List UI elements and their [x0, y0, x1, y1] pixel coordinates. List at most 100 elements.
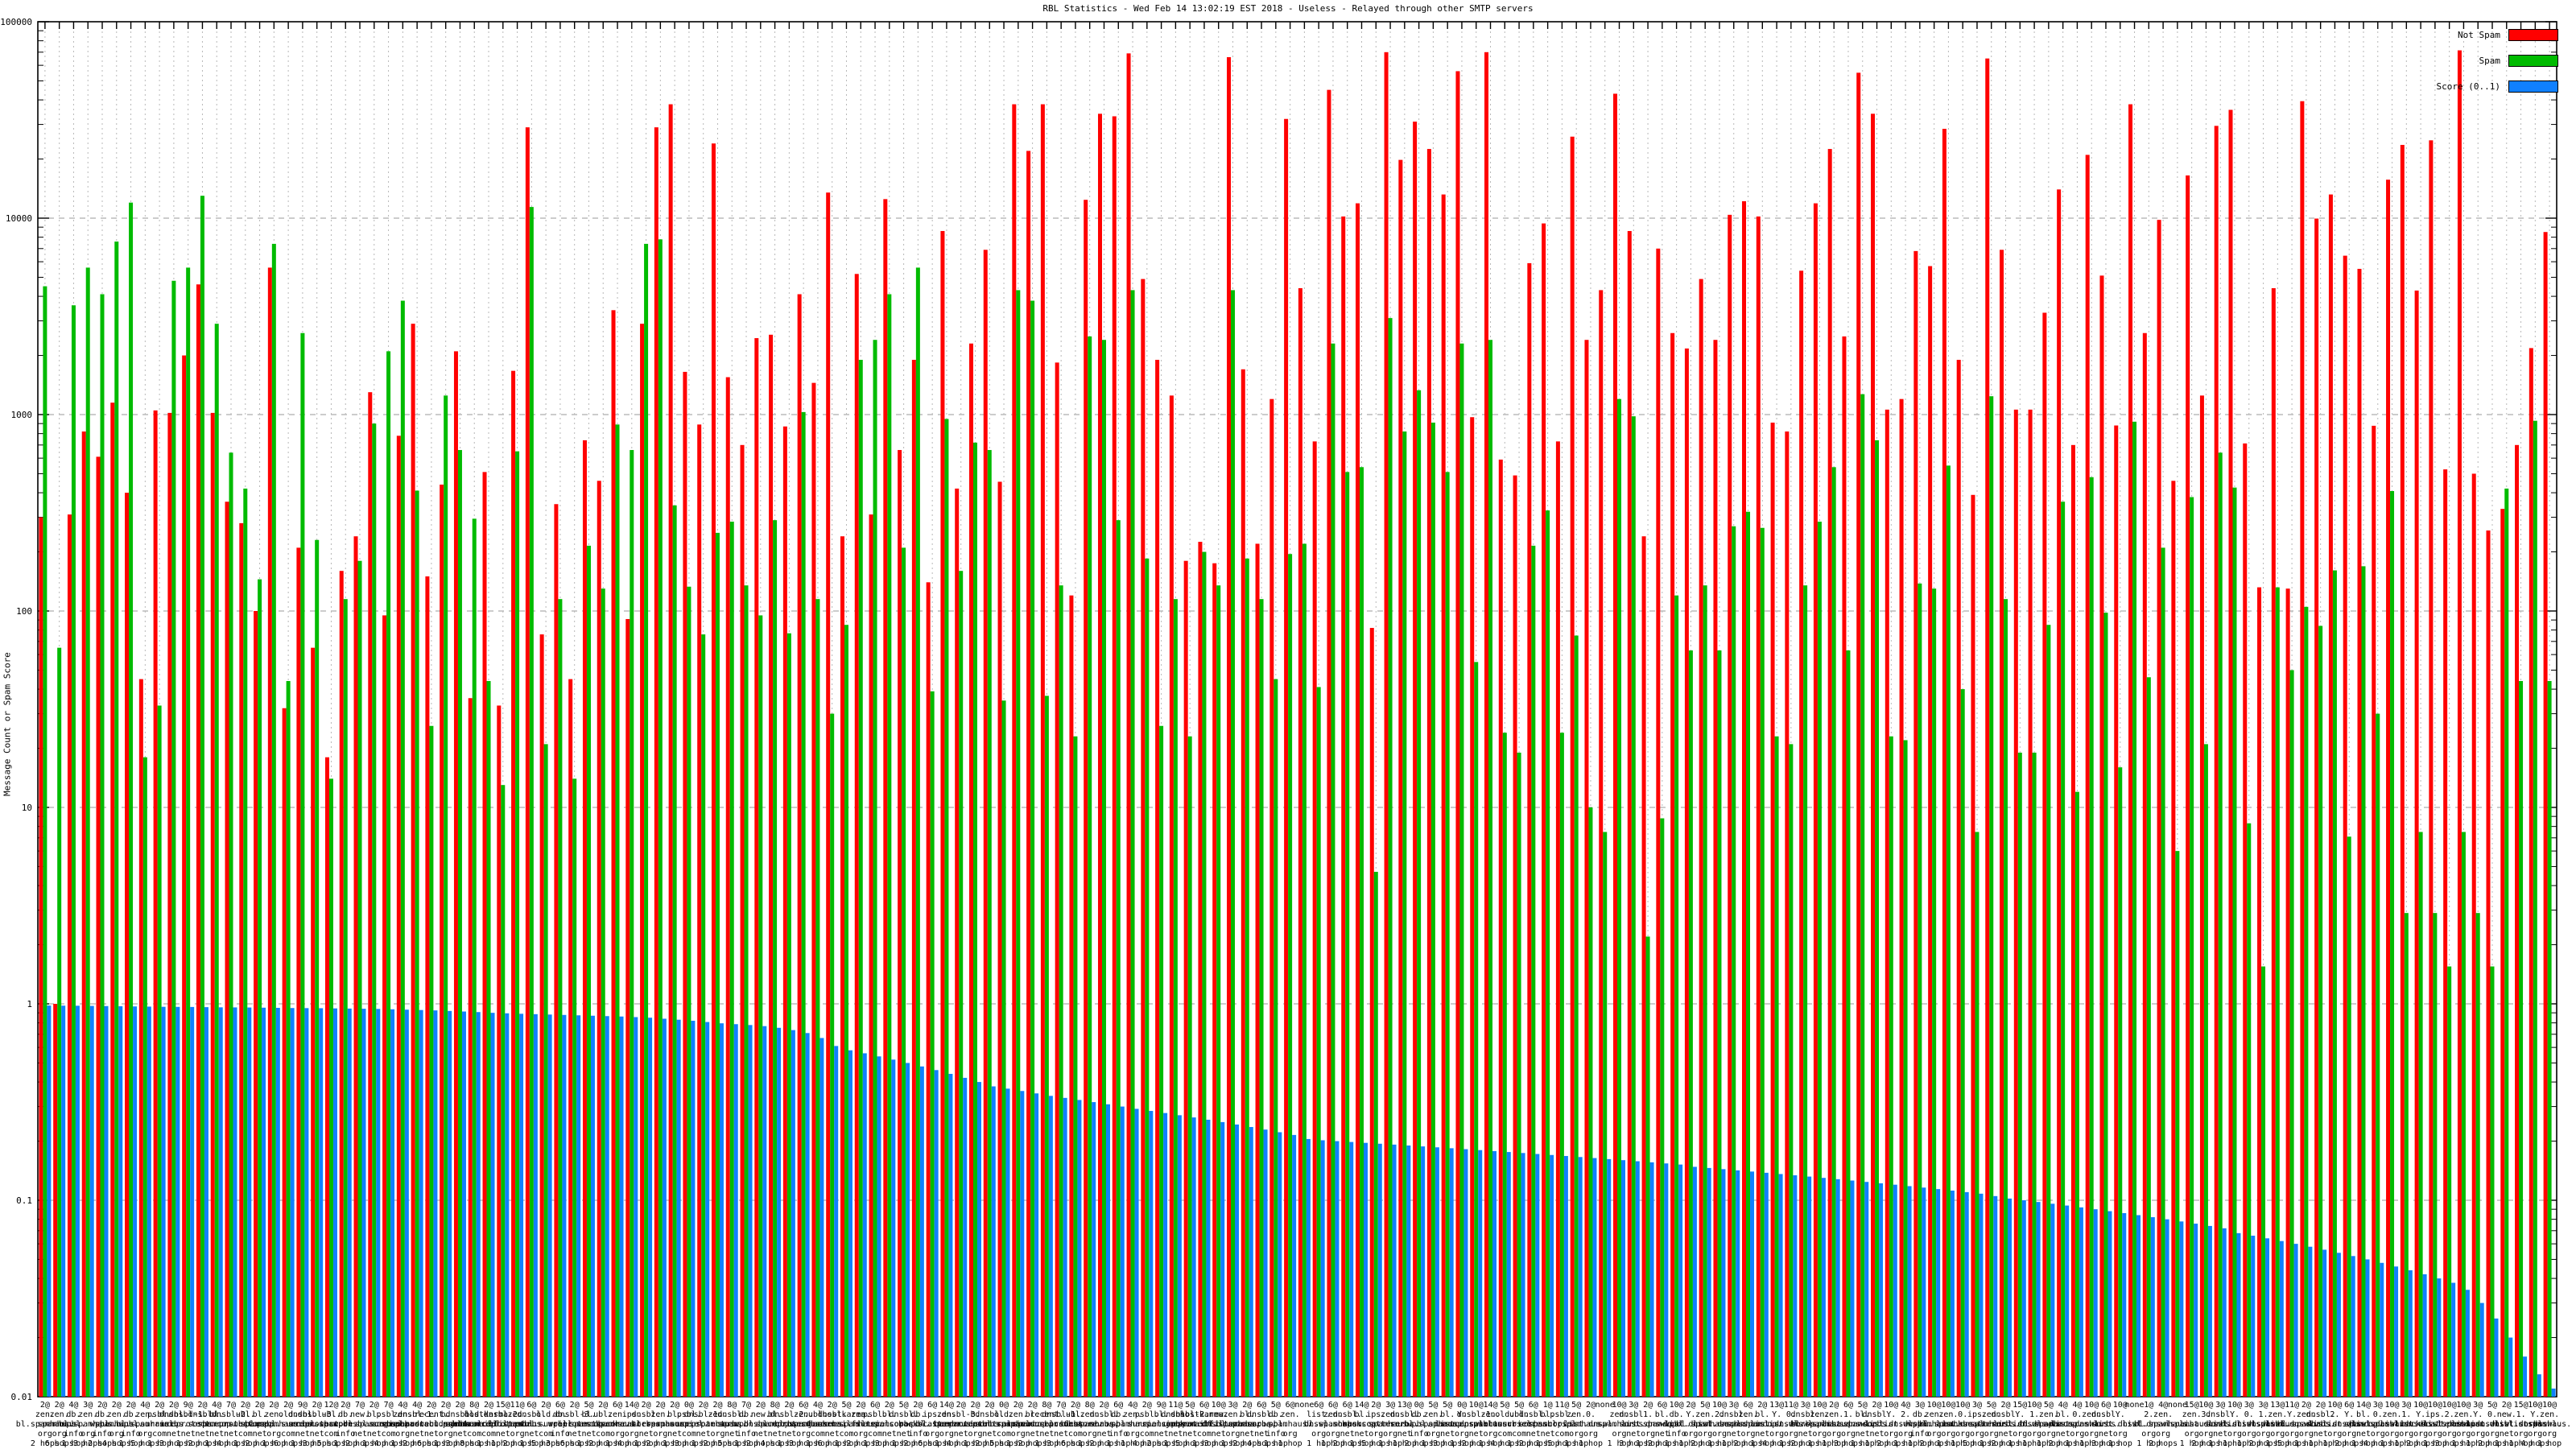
x-tick-label: org: [1827, 1430, 1841, 1439]
x-tick-label: 1.: [1643, 1410, 1653, 1419]
bar-not-spam: [2028, 409, 2033, 1397]
x-tick-label: 2@: [712, 1401, 722, 1410]
x-tick-label: 4@: [2058, 1401, 2068, 1410]
bar-group: [396, 300, 409, 1397]
bar-group: [167, 280, 180, 1397]
x-tick-label: net: [667, 1430, 682, 1439]
x-tick-label: 9@: [298, 1401, 308, 1410]
bar-spam: [57, 647, 62, 1397]
x-tick-label: org: [1225, 1430, 1240, 1439]
bar-group: [1241, 369, 1253, 1397]
x-tick-label: 11@: [1554, 1401, 1569, 1410]
bar-spam: [2361, 566, 2366, 1397]
bar-not-spam: [254, 611, 258, 1397]
x-tick-label: 14@: [2356, 1401, 2371, 1410]
bar-not-spam: [940, 230, 945, 1397]
bar-score: [1736, 1170, 1740, 1397]
x-tick-label: 6@: [613, 1401, 622, 1410]
x-tick-label: net: [524, 1430, 539, 1439]
x-tick-label: 3@: [1629, 1401, 1638, 1410]
bar-not-spam: [2070, 444, 2075, 1397]
bar-not-spam: [2271, 288, 2276, 1397]
bar-score: [505, 1013, 510, 1397]
bar-not-spam: [926, 582, 931, 1397]
bar-not-spam: [1728, 214, 1732, 1397]
x-tick-label: org: [653, 1430, 667, 1439]
bar-score: [2036, 1202, 2041, 1397]
x-tick-label: 5@: [1443, 1401, 1452, 1410]
bar-not-spam: [81, 431, 86, 1397]
x-tick-label: 2@: [1643, 1401, 1653, 1410]
x-tick-label: org: [2327, 1430, 2342, 1439]
x-tick-label: Y.: [2473, 1410, 2483, 1419]
x-tick-label: 15@: [2514, 1401, 2529, 1410]
x-tick-label: 10@: [2456, 1401, 2471, 1410]
x-tick-label: bl.: [1755, 1410, 1769, 1419]
bar-not-spam: [167, 412, 172, 1397]
bar-score: [1364, 1142, 1368, 1397]
bar-not-spam: [39, 517, 43, 1397]
x-tick-label: 10@: [1812, 1401, 1827, 1410]
bar-not-spam: [2257, 587, 2262, 1397]
bar-group: [525, 127, 538, 1397]
y-tick-label: 0.1: [16, 1195, 32, 1206]
bar-score: [819, 1038, 824, 1397]
bar-not-spam: [1212, 563, 1217, 1397]
bar-score: [2322, 1249, 2327, 1397]
x-tick-label: 2@: [784, 1401, 794, 1410]
x-tick-label: 10@: [1927, 1401, 1942, 1410]
bar-spam: [773, 520, 778, 1397]
bar-score: [1320, 1140, 1325, 1397]
bar-not-spam: [2114, 425, 2119, 1397]
x-tick-label: 10@: [2227, 1401, 2242, 1410]
bar-group: [568, 679, 581, 1397]
bar-score: [2165, 1219, 2169, 1397]
x-tick-label: net: [2099, 1430, 2113, 1439]
legend-item-spam: Spam: [2437, 55, 2558, 67]
bar-not-spam: [2186, 175, 2190, 1397]
x-tick-label: 8@: [770, 1401, 780, 1410]
bar-score: [976, 1082, 981, 1397]
bar-spam: [2004, 599, 2008, 1397]
bar-not-spam: [1269, 398, 1274, 1397]
score-swatch: [2508, 80, 2558, 93]
bar-not-spam: [282, 708, 287, 1397]
x-tick-label: 0@: [999, 1401, 1009, 1410]
bar-score: [2122, 1212, 2127, 1397]
bar-not-spam: [539, 634, 544, 1397]
bar-not-spam: [1169, 395, 1174, 1397]
bar-group: [2157, 220, 2169, 1397]
bar-spam: [71, 305, 76, 1397]
bar-spam: [444, 395, 448, 1397]
bar-score: [676, 1019, 681, 1397]
x-tick-label: org: [2084, 1430, 2099, 1439]
x-tick-label: 2@: [312, 1401, 322, 1410]
bar-not-spam: [1498, 459, 1503, 1397]
bar-spam: [157, 705, 162, 1397]
x-tick-label: none: [1294, 1401, 1314, 1410]
bar-spam: [873, 340, 877, 1397]
legend-label-not-spam: Not Spam: [2458, 30, 2500, 40]
bar-not-spam: [1613, 93, 1618, 1397]
x-tick-label: 4@: [412, 1401, 422, 1410]
x-tick-label: org: [510, 1430, 525, 1439]
x-tick-label: org: [2113, 1430, 2128, 1439]
bar-score: [2508, 1337, 2513, 1397]
bar-spam: [2318, 625, 2323, 1397]
x-tick-label: zen.: [2382, 1410, 2401, 1419]
x-tick-label: 2.: [2330, 1410, 2339, 1419]
x-tick-label: 2@: [2502, 1401, 2512, 1410]
x-tick-label: 2@: [1099, 1401, 1108, 1410]
bar-group: [67, 305, 80, 1397]
bar-spam: [2046, 625, 2051, 1397]
bar-score: [1550, 1154, 1554, 1397]
bar-not-spam: [353, 536, 358, 1397]
bar-not-spam: [725, 377, 730, 1397]
bar-group: [840, 536, 852, 1397]
bar-not-spam: [1356, 203, 1360, 1397]
x-tick-label: org: [1283, 1430, 1298, 1439]
bar-group: [2343, 255, 2355, 1397]
bar-spam: [2103, 613, 2108, 1397]
x-tick-label: org: [853, 1430, 868, 1439]
x-tick-label: 2@: [642, 1401, 651, 1410]
